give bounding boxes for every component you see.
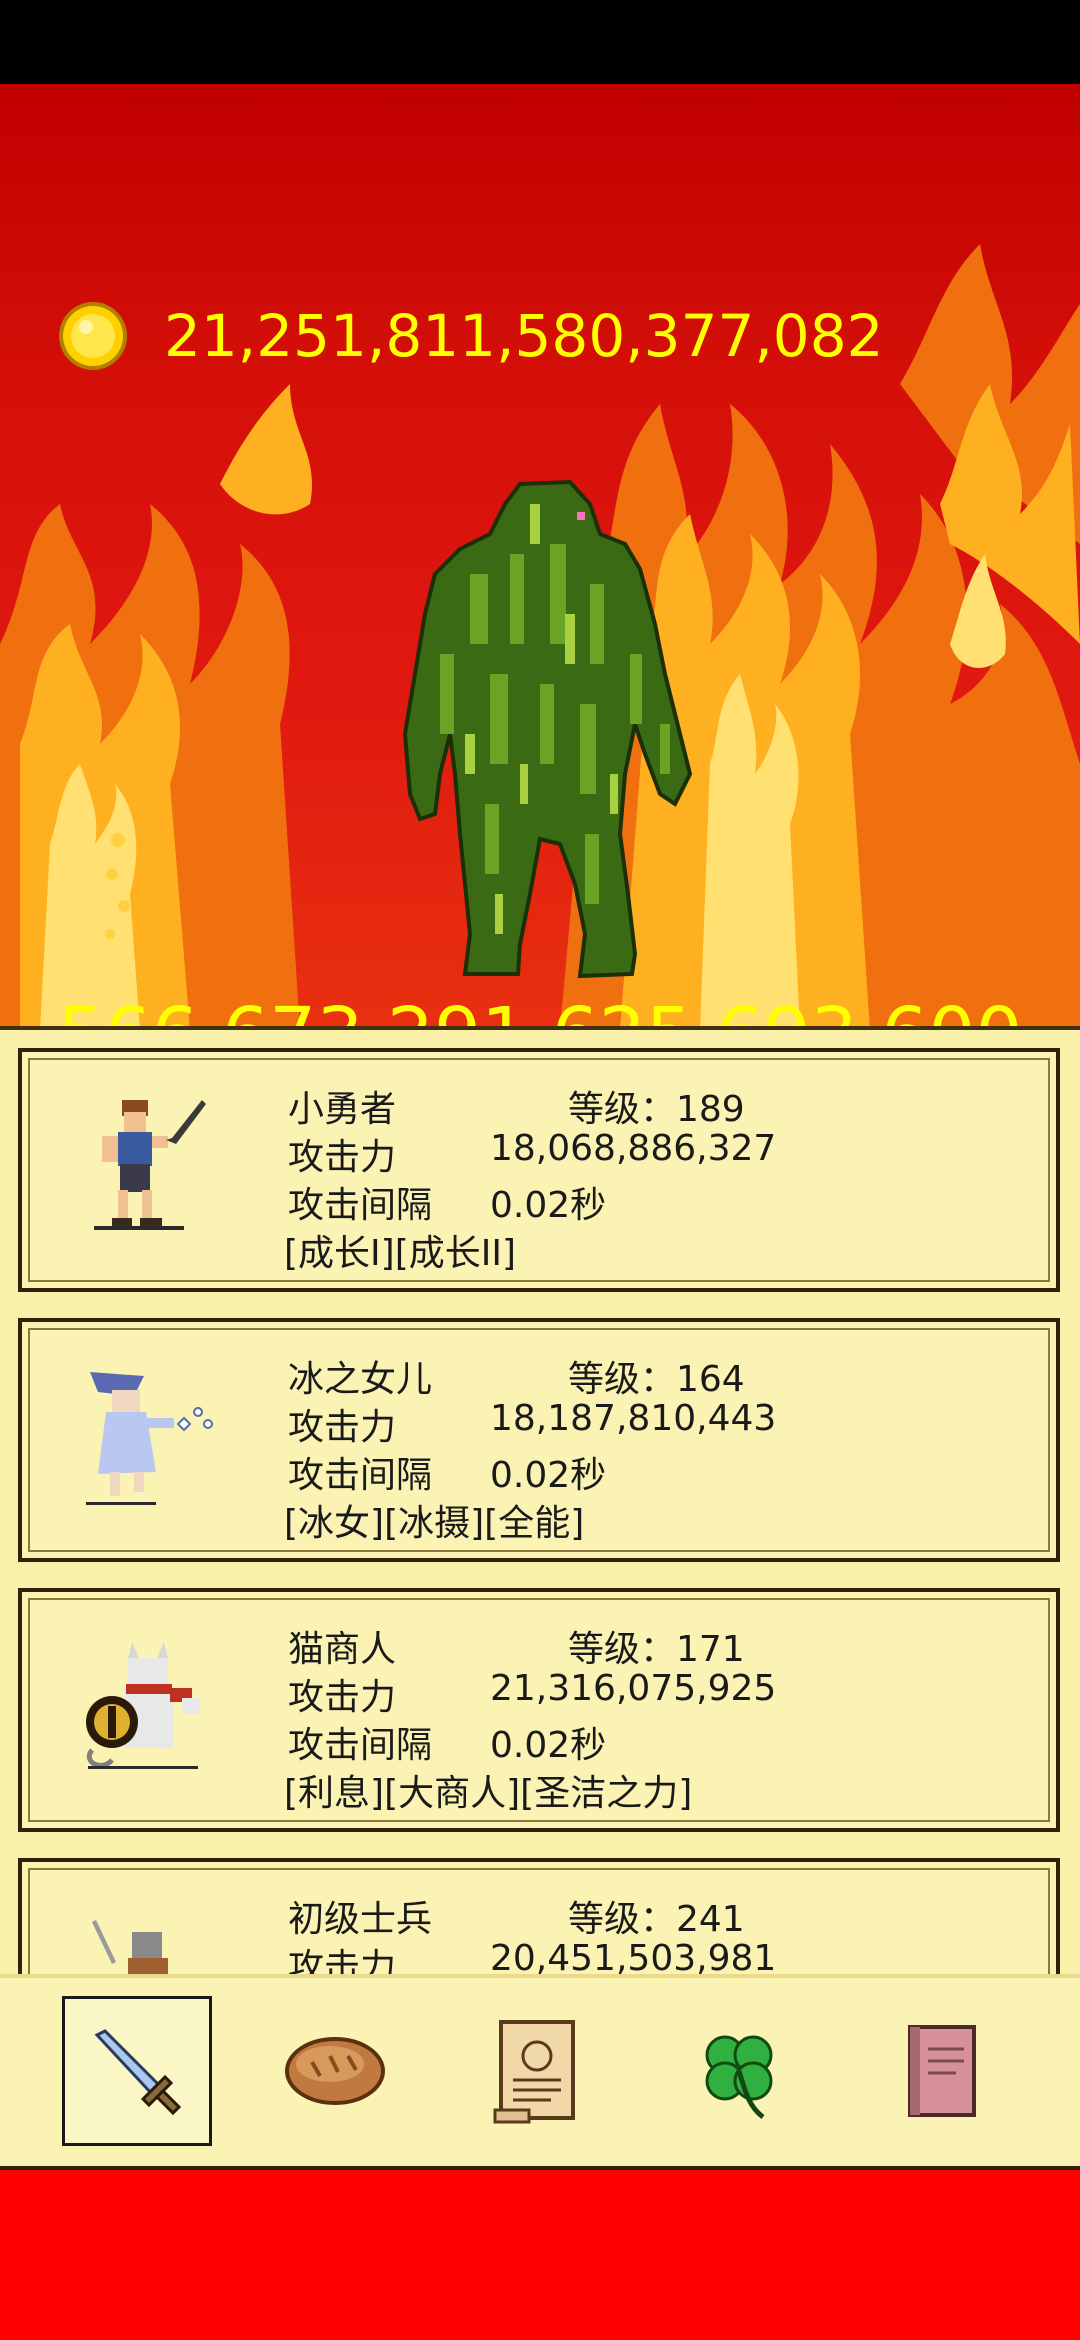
system-status-bar (0, 0, 1080, 84)
sword-icon (94, 2029, 182, 2116)
hero-card-little-hero[interactable]: 小勇者 等级：189 攻击力 18,068,886,327 攻击间隔 0.02秒… (18, 1048, 1060, 1292)
nav-book-button[interactable] (866, 1996, 1016, 2146)
hero-interval-label: 攻击间隔 (288, 1455, 433, 1496)
hero-attack-value: 18,187,810,443 (490, 1398, 777, 1439)
hero-interval-label: 攻击间隔 (288, 1725, 433, 1766)
hero-interval-value: 0.02秒 (490, 1185, 607, 1226)
moss-golem-monster[interactable] (370, 474, 710, 984)
hero-skills: [冰女][冰摄][全能] (284, 1503, 585, 1544)
hero-name: 初级士兵 (288, 1899, 433, 1940)
hero-attack-value: 18,068,886,327 (490, 1128, 777, 1169)
gold-amount: 21,251,811,580,377,082 (164, 302, 884, 370)
hero-name: 小勇者 (288, 1089, 397, 1130)
hero-attack-label: 攻击力 (288, 1137, 397, 1178)
gold-coin-icon (59, 302, 127, 370)
hero-name: 猫商人 (288, 1629, 397, 1670)
hero-level: 等级：164 (568, 1359, 745, 1400)
bread-icon (285, 2037, 385, 2105)
hero-skills: [利息][大商人][圣洁之力] (284, 1773, 693, 1814)
hero-interval-label: 攻击间隔 (288, 1185, 433, 1226)
battle-scene[interactable]: 21,251,811,580,377,082 566,673,291,625,6… (0, 84, 1080, 1030)
gold-counter: 21,251,811,580,377,082 (58, 300, 884, 372)
hero-card-ice-daughter[interactable]: 冰之女儿 等级：164 攻击力 18,187,810,443 攻击间隔 0.02… (18, 1318, 1060, 1562)
hero-list-panel[interactable]: 小勇者 等级：189 攻击力 18,068,886,327 攻击间隔 0.02秒… (0, 1026, 1080, 1994)
nav-scroll-button[interactable] (462, 1996, 612, 2146)
hero-attack-value: 21,316,075,925 (490, 1668, 777, 1709)
swordsman-hero-icon (94, 1100, 206, 1230)
nav-food-button[interactable] (260, 1996, 410, 2146)
hero-card-cat-merchant[interactable]: 猫商人 等级：171 攻击力 21,316,075,925 攻击间隔 0.02秒… (18, 1588, 1060, 1832)
hero-level: 等级：189 (568, 1089, 745, 1130)
hero-name: 冰之女儿 (288, 1359, 433, 1400)
scroll-icon (493, 2020, 575, 2124)
hero-interval-value: 0.02秒 (490, 1455, 607, 1496)
hero-attack-value: 20,451,503,981 (490, 1938, 777, 1979)
monster-hp-value: 566,673,291,625,693,600 (0, 992, 1080, 1030)
clover-icon (705, 2035, 773, 2120)
hero-attack-label: 攻击力 (288, 1407, 397, 1448)
hero-skills: [成长I][成长II] (284, 1233, 517, 1274)
hero-attack-label: 攻击力 (288, 1677, 397, 1718)
book-icon (908, 2025, 976, 2117)
hero-interval-value: 0.02秒 (490, 1725, 607, 1766)
ice-girl-hero-icon (86, 1372, 213, 1505)
bottom-navigation (0, 1974, 1080, 2170)
cat-merchant-hero-icon (86, 1642, 200, 1769)
nav-luck-button[interactable] (664, 1996, 814, 2146)
hero-level: 等级：241 (568, 1899, 745, 1940)
hero-level: 等级：171 (568, 1629, 745, 1670)
bottom-background (0, 2170, 1080, 2340)
nav-heroes-button[interactable] (62, 1996, 212, 2146)
